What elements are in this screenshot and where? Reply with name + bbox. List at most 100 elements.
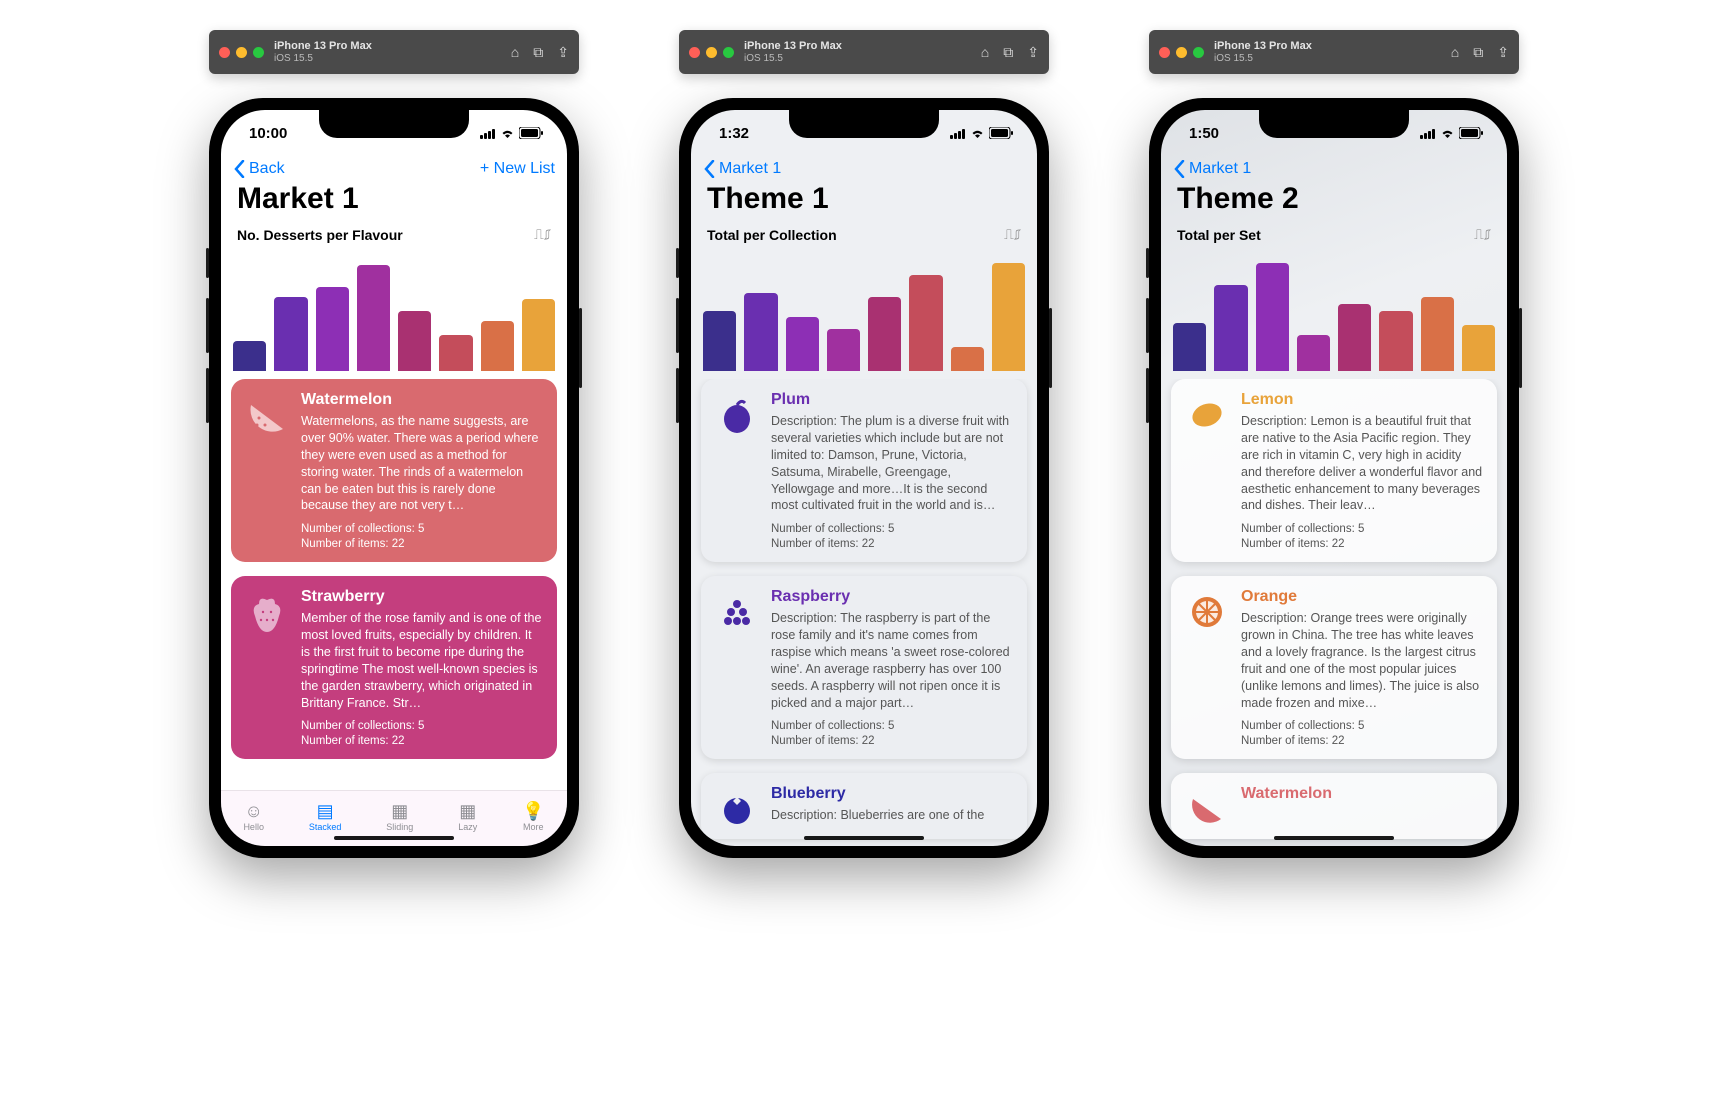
traffic-min-icon[interactable] bbox=[1176, 47, 1187, 58]
page-title: Theme 1 bbox=[691, 180, 1037, 226]
sim-os-label: iOS 15.5 bbox=[274, 53, 372, 64]
card-description: Member of the rose family and is one of … bbox=[301, 610, 543, 711]
share-icon[interactable]: ⇪ bbox=[557, 44, 569, 61]
traffic-min-icon[interactable] bbox=[706, 47, 717, 58]
wifi-icon bbox=[500, 128, 515, 139]
lemon-icon bbox=[1185, 391, 1229, 552]
chart-bar bbox=[1338, 304, 1371, 371]
chart-bar bbox=[868, 297, 901, 371]
simulator-1: iPhone 13 Pro Max iOS 15.5 ⌂ ⧉ ⇪ 10:00 bbox=[209, 30, 579, 858]
home-indicator[interactable] bbox=[804, 836, 924, 840]
blueberry-icon bbox=[715, 785, 759, 829]
wifi-icon bbox=[1440, 128, 1455, 139]
home-icon[interactable]: ⌂ bbox=[511, 44, 519, 61]
sim-os-label: iOS 15.5 bbox=[1214, 53, 1312, 64]
stacked-icon: ▤ bbox=[317, 802, 334, 820]
share-icon[interactable]: ⇪ bbox=[1497, 44, 1509, 61]
chart-bar bbox=[951, 347, 984, 371]
bar-chart bbox=[233, 251, 555, 371]
chart-bar bbox=[1421, 297, 1454, 371]
back-button[interactable]: Market 1 bbox=[1173, 160, 1251, 178]
fruit-card-blueberry[interactable]: Blueberry Description: Blueberries are o… bbox=[701, 773, 1027, 839]
bar-chart bbox=[1173, 251, 1495, 371]
chart-bar bbox=[522, 299, 555, 371]
home-icon[interactable]: ⌂ bbox=[981, 44, 989, 61]
traffic-close-icon[interactable] bbox=[689, 47, 700, 58]
traffic-max-icon[interactable] bbox=[253, 47, 264, 58]
chevron-left-icon bbox=[233, 160, 247, 178]
chart-bar bbox=[1256, 263, 1289, 371]
plum-icon bbox=[715, 391, 759, 552]
fruit-card-lemon[interactable]: Lemon Description: Lemon is a beautiful … bbox=[1171, 379, 1497, 562]
section-title: No. Desserts per Flavour bbox=[237, 227, 403, 243]
page-title: Market 1 bbox=[221, 180, 567, 226]
traffic-max-icon[interactable] bbox=[723, 47, 734, 58]
strawberry-icon bbox=[245, 588, 289, 749]
traffic-close-icon[interactable] bbox=[219, 47, 230, 58]
sim-titlebar: iPhone 13 Pro Max iOS 15.5 ⌂ ⧉ ⇪ bbox=[1149, 30, 1519, 74]
chart-bar bbox=[1297, 335, 1330, 371]
new-list-button[interactable]: + New List bbox=[480, 160, 555, 178]
chart-bar bbox=[1462, 325, 1495, 371]
fruit-card-watermelon[interactable]: Watermelon bbox=[1171, 773, 1497, 839]
card-items-count: Number of items: 22 bbox=[771, 734, 1013, 749]
chevron-left-icon bbox=[1173, 160, 1187, 178]
sim-titlebar: iPhone 13 Pro Max iOS 15.5 ⌂ ⧉ ⇪ bbox=[209, 30, 579, 74]
fruit-card-orange[interactable]: Orange Description: Orange trees were or… bbox=[1171, 576, 1497, 759]
home-icon[interactable]: ⌂ bbox=[1451, 44, 1459, 61]
tab-lazy[interactable]: ▦Lazy bbox=[458, 802, 477, 832]
section-title: Total per Collection bbox=[707, 227, 837, 243]
activity-icon[interactable]: ⎍⎎ bbox=[534, 226, 551, 243]
back-button[interactable]: Back bbox=[233, 160, 285, 178]
screenshot-icon[interactable]: ⧉ bbox=[533, 44, 543, 61]
smile-icon: ☺ bbox=[245, 802, 263, 820]
chart-bar bbox=[233, 341, 266, 371]
tab-sliding[interactable]: ▦Sliding bbox=[386, 802, 413, 832]
chart-bar bbox=[1379, 311, 1412, 371]
chart-bar bbox=[703, 311, 736, 371]
watermelon-icon bbox=[245, 391, 289, 552]
fruit-card-strawberry[interactable]: Strawberry Member of the rose family and… bbox=[231, 576, 557, 759]
phone-frame: 1:32 Market 1 Theme 1 bbox=[679, 98, 1049, 858]
activity-icon[interactable]: ⎍⎎ bbox=[1004, 226, 1021, 243]
card-collections-count: Number of collections: 5 bbox=[771, 522, 1013, 537]
card-items-count: Number of items: 22 bbox=[771, 537, 1013, 552]
screenshot-icon[interactable]: ⧉ bbox=[1473, 44, 1483, 61]
card-description: Watermelons, as the name suggests, are o… bbox=[301, 413, 543, 514]
share-icon[interactable]: ⇪ bbox=[1027, 44, 1039, 61]
chart-bar bbox=[827, 329, 860, 371]
chevron-left-icon bbox=[703, 160, 717, 178]
card-title: Orange bbox=[1241, 588, 1483, 606]
tab-more[interactable]: 💡More bbox=[522, 802, 544, 832]
card-title: Strawberry bbox=[301, 588, 543, 606]
tab-hello[interactable]: ☺Hello bbox=[243, 802, 264, 832]
sim-device-label: iPhone 13 Pro Max bbox=[744, 40, 842, 52]
raspberry-icon bbox=[715, 588, 759, 749]
traffic-max-icon[interactable] bbox=[1193, 47, 1204, 58]
signal-icon bbox=[1420, 128, 1436, 139]
home-indicator[interactable] bbox=[334, 836, 454, 840]
card-title: Plum bbox=[771, 391, 1013, 409]
sim-device-label: iPhone 13 Pro Max bbox=[274, 40, 372, 52]
back-button[interactable]: Market 1 bbox=[703, 160, 781, 178]
tab-stacked[interactable]: ▤Stacked bbox=[309, 802, 342, 832]
card-items-count: Number of items: 22 bbox=[301, 537, 543, 552]
fruit-card-watermelon[interactable]: Watermelon Watermelons, as the name sugg… bbox=[231, 379, 557, 562]
section-title: Total per Set bbox=[1177, 227, 1261, 243]
screenshot-icon[interactable]: ⧉ bbox=[1003, 44, 1013, 61]
card-description: Description: Orange trees were originall… bbox=[1241, 610, 1483, 711]
sim-titlebar: iPhone 13 Pro Max iOS 15.5 ⌂ ⧉ ⇪ bbox=[679, 30, 1049, 74]
traffic-close-icon[interactable] bbox=[1159, 47, 1170, 58]
home-indicator[interactable] bbox=[1274, 836, 1394, 840]
status-time: 1:32 bbox=[719, 125, 749, 142]
grid-icon: ▦ bbox=[459, 802, 476, 820]
traffic-min-icon[interactable] bbox=[236, 47, 247, 58]
fruit-card-raspberry[interactable]: Raspberry Description: The raspberry is … bbox=[701, 576, 1027, 759]
activity-icon[interactable]: ⎍⎎ bbox=[1474, 226, 1491, 243]
fruit-card-plum[interactable]: Plum Description: The plum is a diverse … bbox=[701, 379, 1027, 562]
card-collections-count: Number of collections: 5 bbox=[1241, 522, 1483, 537]
signal-icon bbox=[480, 128, 496, 139]
simulator-2: iPhone 13 Pro Max iOS 15.5 ⌂ ⧉ ⇪ 1:32 bbox=[679, 30, 1049, 858]
status-time: 10:00 bbox=[249, 125, 287, 142]
card-collections-count: Number of collections: 5 bbox=[771, 719, 1013, 734]
